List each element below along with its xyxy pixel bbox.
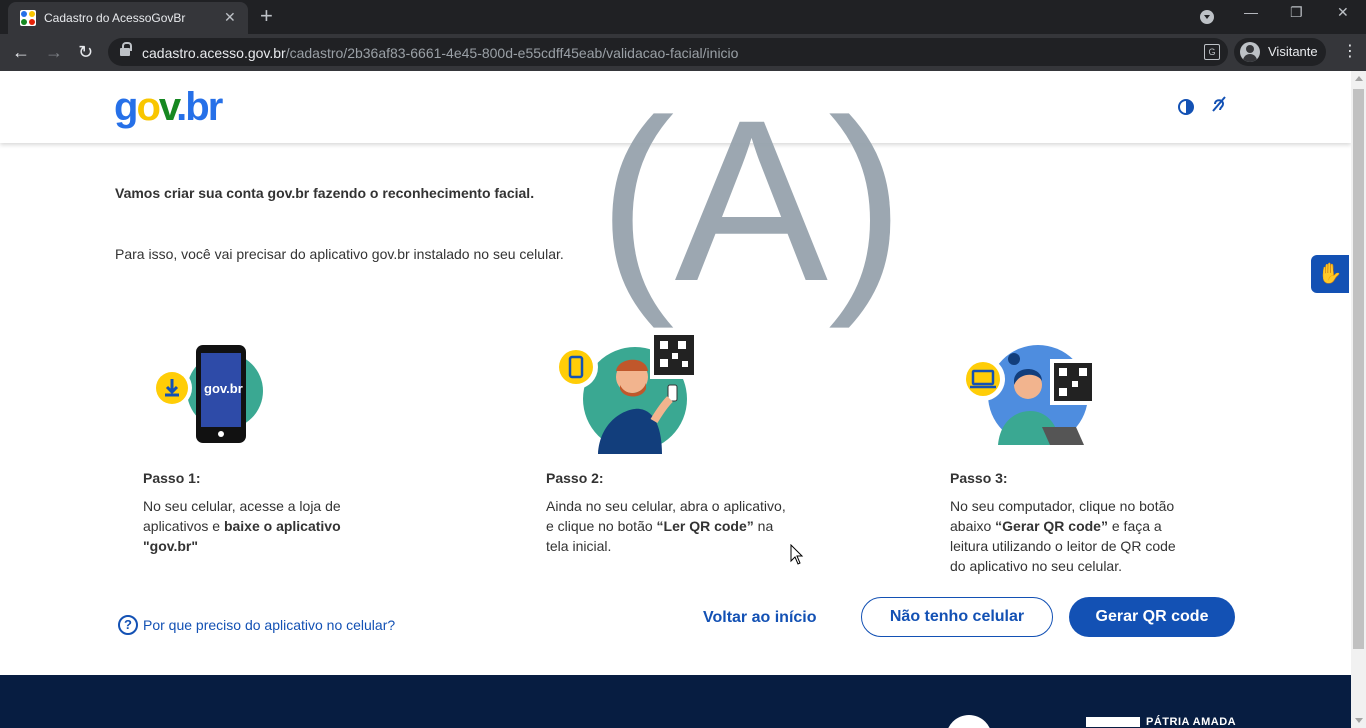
step-2-text: Ainda no seu celular, abra o aplicativo,… [546, 498, 786, 554]
avatar-icon [1240, 42, 1260, 62]
forward-arrow-icon[interactable]: → [45, 40, 63, 64]
scroll-up-icon[interactable] [1355, 76, 1363, 81]
no-phone-button[interactable]: Não tenho celular [861, 597, 1053, 637]
close-icon[interactable]: ✕ [224, 9, 236, 26]
site-header: gov.br [0, 71, 1351, 143]
govbr-logo[interactable]: gov.br [114, 83, 223, 131]
url-host: cadastro.acesso.gov.br [142, 45, 286, 61]
address-bar[interactable]: cadastro.acesso.gov.br/cadastro/2b36af83… [108, 38, 1228, 66]
plus-icon[interactable]: + [260, 4, 273, 28]
back-arrow-icon[interactable]: ← [12, 40, 30, 64]
profile-label: Visitante [1268, 44, 1318, 59]
step-1-title: Passo 1: [143, 470, 201, 486]
lock-icon[interactable] [120, 42, 132, 57]
url-text[interactable]: cadastro.acesso.gov.br/cadastro/2b36af83… [142, 45, 738, 61]
generate-qr-button[interactable]: Gerar QR code [1069, 597, 1235, 637]
close-window-icon[interactable]: ✕ [1337, 4, 1349, 21]
footer-logo-icon [946, 715, 992, 728]
step-1-text: No seu celular, acesse a loja de aplicat… [143, 498, 341, 554]
contrast-icon[interactable] [1178, 99, 1194, 115]
phone-screen-label: gov.br [204, 381, 243, 396]
scroll-thumb[interactable] [1353, 89, 1364, 649]
question-icon: ? [118, 615, 138, 635]
tab-search-icon[interactable] [1200, 10, 1214, 24]
page-viewport: gov.br (A) Vamos criar sua conta gov.br … [0, 71, 1351, 728]
page-scrollbar[interactable] [1351, 71, 1366, 728]
step-3-title: Passo 3: [950, 470, 1008, 486]
step-2-title: Passo 2: [546, 470, 604, 486]
url-path: /cadastro/2b36af83-6661-4e45-800d-e55cdf… [285, 45, 739, 61]
hearing-icon[interactable] [1210, 95, 1226, 112]
reload-icon[interactable]: ↻ [78, 40, 93, 64]
help-link-label: Por que preciso do aplicativo no celular… [143, 617, 396, 633]
more-menu-icon[interactable]: ⋮ [1342, 41, 1358, 61]
profile-button[interactable]: Visitante [1234, 38, 1326, 66]
browser-tab-strip: Cadastro do AcessoGovBr ✕ + — ❐ ✕ [0, 0, 1366, 34]
help-link[interactable]: ? Por que preciso do aplicativo no celul… [118, 615, 395, 635]
minimize-icon[interactable]: — [1244, 4, 1258, 20]
browser-toolbar: ← → ↻ cadastro.acesso.gov.br/cadastro/2b… [0, 34, 1366, 71]
restore-icon[interactable]: ❐ [1290, 4, 1303, 21]
step-3-text: No seu computador, clique no botão abaix… [950, 498, 1176, 574]
mouse-cursor-icon [790, 544, 804, 565]
browser-tab[interactable]: Cadastro do AcessoGovBr ✕ [8, 2, 248, 34]
step-2-illustration [550, 329, 700, 454]
sign-language-icon[interactable]: ✋ [1311, 255, 1349, 293]
back-to-start-button[interactable]: Voltar ao início [703, 608, 817, 628]
site-footer: PÁTRIA AMADA [0, 675, 1351, 728]
step-1-illustration: gov.br [150, 341, 300, 451]
step-3-illustration [958, 341, 1108, 451]
tab-title: Cadastro do AcessoGovBr [44, 11, 186, 25]
translate-icon[interactable]: G [1204, 44, 1220, 60]
scroll-down-icon[interactable] [1355, 718, 1363, 723]
intro-title: Vamos criar sua conta gov.br fazendo o r… [115, 185, 535, 201]
footer-badge [1086, 717, 1140, 727]
intro-subtitle: Para isso, você vai precisar do aplicati… [115, 246, 564, 262]
favicon-icon [20, 10, 36, 26]
footer-text: PÁTRIA AMADA [1146, 716, 1237, 728]
